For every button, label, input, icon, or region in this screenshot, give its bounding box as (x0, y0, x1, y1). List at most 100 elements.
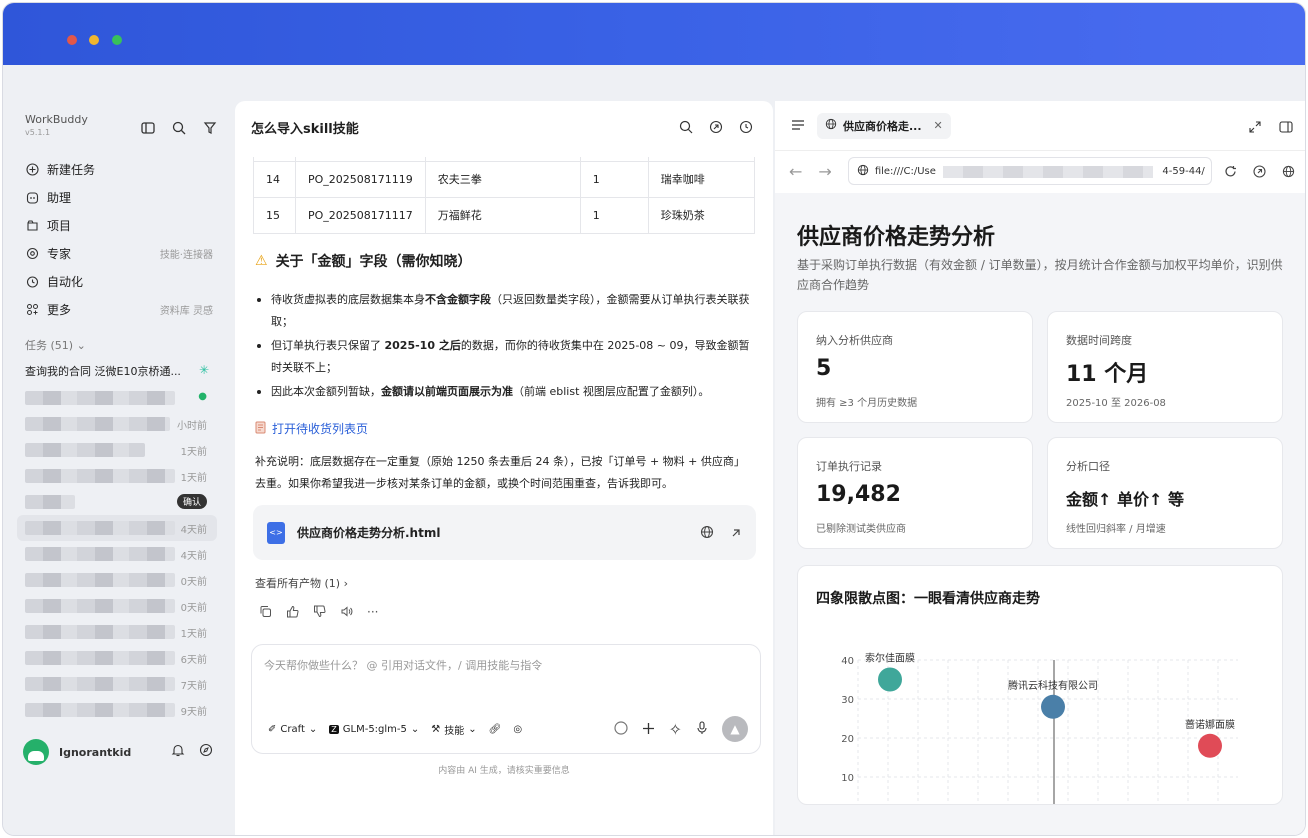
bullet-list: 待收货虚拟表的底层数据集本身不含金额字段（只返回数量类字段），金额需要从订单执行… (253, 289, 758, 405)
nav-new-task[interactable]: 新建任务 (25, 155, 221, 183)
task-row[interactable]: 小时前 (17, 411, 217, 437)
stat-label: 数据时间跨度 (1066, 334, 1132, 347)
task-row[interactable]: ● (17, 385, 217, 411)
table-cell: 1 (579, 160, 649, 198)
y-tick-label: 40 (841, 656, 854, 667)
sidebar-nav: 新建任务 助理 项目 专家 技能·连接器 自动化 更多 资料库 灵感 (25, 155, 221, 323)
thumbs-up-icon[interactable] (286, 605, 299, 621)
thumbs-down-icon[interactable] (313, 605, 326, 621)
filter-icon[interactable] (201, 119, 218, 136)
mode-selector[interactable]: ✐ Craft ⌄ (268, 724, 317, 735)
scatter-chart-card: 四象限散点图：一眼看清供应商走势 10 20 30 40 索尔佳面膜 腾讯云科技有限公司蔷… (797, 565, 1283, 805)
table-cell: 瑞幸咖啡 (647, 160, 756, 198)
close-tab-icon[interactable]: ✕ (934, 119, 943, 132)
url-input[interactable]: file:///C:/Use 4-59-44/ (847, 157, 1212, 185)
split-view-icon[interactable] (1279, 118, 1293, 137)
scatter-point[interactable] (1041, 694, 1065, 719)
nav-more[interactable]: 更多 资料库 灵感 (25, 295, 221, 323)
sidebar: WorkBuddy v5.1.1 新建任务 助理 项目 专家 技能·连接器 自动… (3, 65, 233, 835)
refresh-icon[interactable] (1224, 163, 1237, 182)
skills-selector[interactable]: ⚒ 技能 ⌄ (431, 722, 476, 737)
open-external-icon[interactable] (1253, 163, 1266, 182)
page-title: 供应商价格走势分析 (797, 225, 996, 250)
view-all-artifacts-link[interactable]: 查看所有产物 (1) › (255, 575, 348, 591)
task-row-selected[interactable]: 4天前 (17, 515, 217, 541)
search-icon[interactable] (170, 119, 187, 136)
stat-card: 分析口径 金额↑ 单价↑ 等 线性回归斜率 / 月增速 (1047, 437, 1283, 549)
globe-icon[interactable] (1282, 163, 1295, 182)
forward-icon[interactable]: → (818, 162, 831, 181)
send-button[interactable]: ▲ (722, 716, 748, 742)
confirm-badge: 确认 (176, 494, 207, 509)
menu-icon[interactable] (791, 116, 805, 135)
back-icon[interactable]: ← (789, 162, 802, 181)
y-tick-label: 30 (841, 695, 854, 706)
globe-icon[interactable] (700, 524, 714, 543)
nav-experts[interactable]: 专家 技能·连接器 (25, 239, 221, 267)
table-cell: PO_202508171119 (295, 160, 426, 198)
scatter-point[interactable] (1198, 733, 1222, 758)
task-row[interactable]: 4天前 (17, 541, 217, 567)
model-selector[interactable]: Z GLM-5:glm-5 ⌄ (329, 724, 419, 735)
minimize-window-button[interactable] (89, 35, 99, 45)
url-start: file:///C:/Use (874, 165, 936, 177)
preview-tab[interactable]: 供应商价格走... ✕ (817, 112, 951, 139)
sparkle-icon[interactable]: ✧ (669, 720, 682, 739)
maximize-window-button[interactable] (112, 35, 122, 45)
view-all-label: 查看所有产物 (1) (255, 577, 341, 590)
document-icon (255, 421, 266, 437)
open-receiving-list-link[interactable]: 打开待收货列表页 (255, 420, 368, 437)
plus-icon[interactable] (642, 720, 655, 739)
task-row[interactable]: 9天前 (17, 697, 217, 723)
brand: WorkBuddy v5.1.1 (25, 113, 88, 137)
task-row[interactable]: 1天前 (17, 437, 217, 463)
address-bar: ← → file:///C:/Use 4-59-44/ (775, 151, 1305, 191)
share-icon[interactable] (709, 119, 723, 138)
nav-projects[interactable]: 项目 (25, 211, 221, 239)
speaker-icon[interactable] (340, 605, 353, 621)
search-icon[interactable] (679, 119, 693, 138)
list-item: 待收货虚拟表的底层数据集本身不含金额字段（只返回数量类字段），金额需要从订单执行… (253, 289, 758, 333)
nav-automation[interactable]: 自动化 (25, 267, 221, 295)
file-card[interactable]: <> 供应商价格走势分析.html (253, 505, 756, 560)
nav-label: 新建任务 (47, 162, 96, 177)
close-window-button[interactable] (67, 35, 77, 45)
list-item: 但订单执行表只保留了 2025-10 之后的数据，而你的待收货集中在 2025-… (253, 335, 758, 379)
microphone-icon[interactable] (696, 720, 708, 739)
toggle-sidebar-icon[interactable] (139, 119, 156, 136)
compass-icon[interactable] (199, 742, 213, 761)
link-icon[interactable]: 🔗︎ (489, 724, 502, 735)
task-time: 9天前 (180, 707, 207, 718)
history-icon[interactable] (739, 119, 753, 138)
task-row[interactable]: 0天前 (17, 567, 217, 593)
preview-panel: 供应商价格走... ✕ ← → file:///C:/Use 4-59-44/ (775, 101, 1305, 835)
table-cell: 1 (579, 196, 649, 234)
task-row[interactable]: 1天前 (17, 619, 217, 645)
user-profile[interactable]: Ignorantkid (23, 739, 131, 765)
task-item-active[interactable]: 查询我的合同 泛微E10京桥通... ✳ (25, 363, 215, 379)
task-row[interactable]: 7天前 (17, 671, 217, 697)
supplement-text: 补充说明：底层数据存在一定重复（原始 1250 条去重后 24 条），已按「订单… (255, 455, 745, 490)
expand-icon[interactable] (1249, 118, 1261, 137)
task-row[interactable]: 0天前 (17, 593, 217, 619)
check-shield-icon[interactable]: ◎ (513, 724, 522, 735)
chat-input[interactable]: 今天帮你做些什么？ @ 引用对话文件，/ 调用技能与指令 ✐ Craft ⌄ Z GL… (251, 644, 761, 754)
html-file-icon: <> (267, 521, 285, 544)
craft-icon: ✐ (268, 724, 277, 735)
circle-icon[interactable] (613, 720, 628, 739)
expert-icon (25, 246, 39, 260)
bell-icon[interactable] (171, 742, 185, 761)
copy-icon[interactable] (259, 605, 272, 621)
text: 但订单执行表只保留了 (271, 339, 385, 352)
task-row[interactable]: 6天前 (17, 645, 217, 671)
task-row[interactable]: 1天前 (17, 463, 217, 489)
more-icon[interactable]: ··· (367, 605, 378, 621)
task-time: 7天前 (180, 681, 207, 692)
stat-label: 分析口径 (1066, 460, 1110, 473)
nav-assistant[interactable]: 助理 (25, 183, 221, 211)
tasks-header[interactable]: 任务 (51) ⌄ (25, 337, 86, 353)
task-row[interactable]: 确认 (17, 489, 217, 515)
stat-note: 拥有 ≥3 个月历史数据 (816, 398, 918, 409)
open-external-icon[interactable] (730, 524, 742, 543)
scatter-point[interactable] (878, 667, 902, 692)
